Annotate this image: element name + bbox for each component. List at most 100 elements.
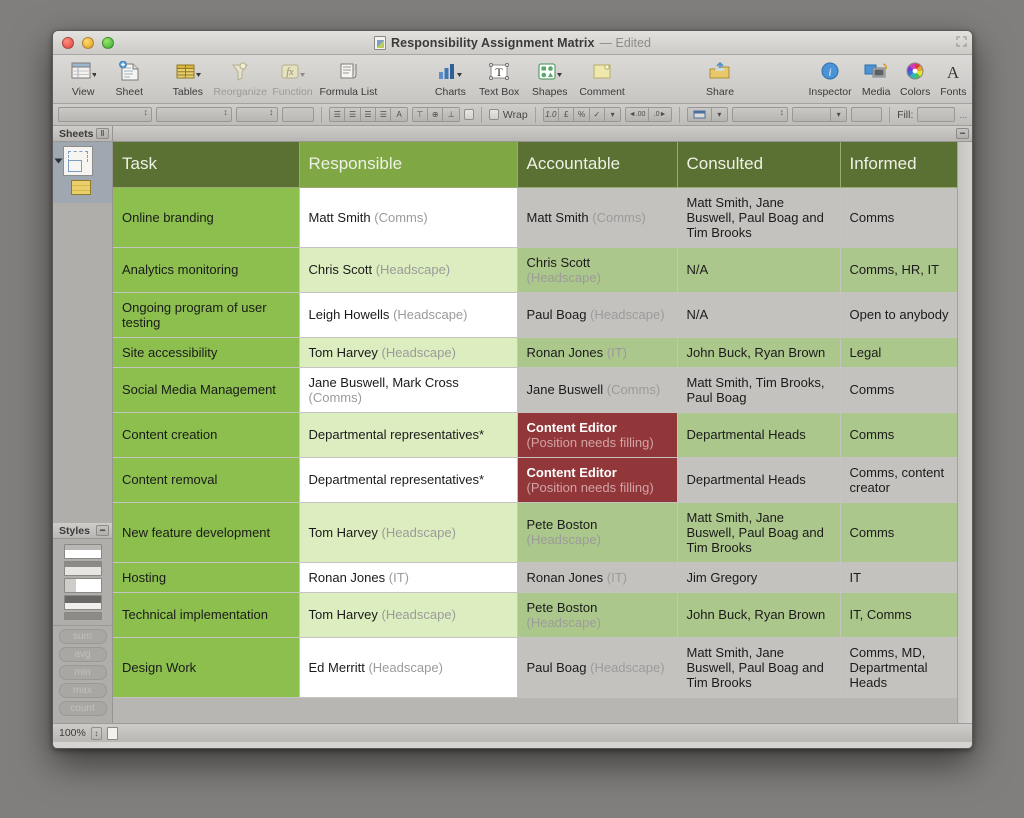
align-center-button[interactable]: ☰ xyxy=(345,108,361,121)
font-size-select[interactable] xyxy=(235,107,278,122)
toolbar-button-fonts[interactable]: A Fonts xyxy=(935,58,972,98)
cell-informed[interactable]: Open to anybody xyxy=(840,292,972,338)
toolbar-button-inspector[interactable]: i Inspector xyxy=(803,58,856,98)
font-style-select[interactable] xyxy=(155,107,232,122)
table-style-option[interactable] xyxy=(63,544,102,559)
styles-panel-header[interactable]: Styles ━ xyxy=(53,523,112,539)
cell-task[interactable]: Ongoing program of user testing xyxy=(113,292,300,338)
resize-handle-icon[interactable] xyxy=(956,36,967,47)
cell-consulted[interactable]: Matt Smith, Jane Buswell, Paul Boag and … xyxy=(677,637,841,698)
page-view-icon[interactable] xyxy=(106,726,118,740)
toolbar-button-text-box[interactable]: T Text Box xyxy=(473,58,524,98)
sheet-item[interactable] xyxy=(53,146,112,176)
align-left-button[interactable]: ☰ xyxy=(330,108,346,121)
cell-consulted[interactable]: Departmental Heads xyxy=(677,412,841,458)
minimize-button[interactable] xyxy=(82,36,94,49)
cell-task[interactable]: Content creation xyxy=(113,412,300,458)
align-right-button[interactable]: ☰ xyxy=(360,108,377,121)
zoom-stepper[interactable]: ↕ xyxy=(90,726,102,740)
cell-consulted[interactable]: Matt Smith, Jane Buswell, Paul Boag and … xyxy=(677,502,841,563)
table-style-option[interactable] xyxy=(63,561,102,576)
cell-informed[interactable]: Legal xyxy=(840,337,972,368)
cell-accountable[interactable]: Ronan Jones (IT) xyxy=(517,337,678,368)
toolbar-button-colors[interactable]: Colors xyxy=(896,58,935,98)
cell-responsible[interactable]: Ronan Jones (IT) xyxy=(299,562,518,593)
cell-informed[interactable]: Comms xyxy=(840,367,972,413)
cell-responsible[interactable]: Ed Merritt (Headscape) xyxy=(299,637,518,698)
cell-task[interactable]: Technical implementation xyxy=(113,592,300,638)
cell-responsible[interactable]: Matt Smith (Comms) xyxy=(299,187,518,248)
disclosure-triangle-icon[interactable] xyxy=(54,158,63,164)
align-text-button[interactable]: A xyxy=(391,108,407,121)
function-button-sum[interactable]: sum xyxy=(58,629,107,644)
column-header-task[interactable]: Task xyxy=(113,142,300,188)
cell-task[interactable]: Content removal xyxy=(113,457,300,503)
column-header-accountable[interactable]: Accountable xyxy=(517,142,678,188)
table-icon[interactable] xyxy=(71,180,91,195)
cell-task[interactable]: Hosting xyxy=(113,562,300,593)
function-button-min[interactable]: min xyxy=(58,665,107,680)
number-format-menu-button[interactable]: ▾ xyxy=(605,108,621,121)
format-bar-overflow[interactable]: ... xyxy=(959,110,967,120)
cell-consulted[interactable]: John Buck, Ryan Brown xyxy=(677,592,841,638)
cell-responsible[interactable]: Jane Buswell, Mark Cross (Comms) xyxy=(299,367,518,413)
align-justify-button[interactable]: ☰ xyxy=(376,108,392,121)
checkbox-format-button[interactable]: ✓ xyxy=(589,108,606,121)
cell-consulted[interactable]: N/A xyxy=(677,247,841,293)
table-style-option[interactable] xyxy=(63,578,102,593)
border-style-menu-button[interactable]: ▾ xyxy=(711,108,728,121)
close-button[interactable] xyxy=(62,36,74,49)
cell-informed[interactable]: IT, Comms xyxy=(840,592,972,638)
cell-consulted[interactable]: Jim Gregory xyxy=(677,562,841,593)
toolbar-button-shapes[interactable]: Shapes xyxy=(525,58,575,98)
cell-responsible[interactable]: Tom Harvey (Headscape) xyxy=(299,592,518,638)
cell-accountable[interactable]: Ronan Jones (IT) xyxy=(517,562,678,593)
cell-accountable[interactable]: Paul Boag (Headscape) xyxy=(517,637,678,698)
valign-middle-button[interactable]: ⊕ xyxy=(428,108,444,121)
cell-task[interactable]: Social Media Management xyxy=(113,367,300,413)
toolbar-button-function[interactable]: fx Function xyxy=(269,58,315,98)
valign-top-button[interactable]: ⊤ xyxy=(412,108,429,121)
cell-consulted[interactable]: N/A xyxy=(677,292,841,338)
decimal-format-button[interactable]: 1.0 xyxy=(543,108,559,121)
zoom-button[interactable] xyxy=(102,36,114,49)
valign-bottom-button[interactable]: ⊥ xyxy=(443,108,459,121)
column-header-informed[interactable]: Informed xyxy=(840,142,972,188)
currency-format-button[interactable]: £ xyxy=(559,108,575,121)
cell-task[interactable]: Analytics monitoring xyxy=(113,247,300,293)
canvas-resize-grip[interactable]: ━ xyxy=(956,128,969,139)
cell-task[interactable]: Site accessibility xyxy=(113,337,300,368)
cell-informed[interactable]: Comms, HR, IT xyxy=(840,247,972,293)
border-style-button[interactable] xyxy=(688,108,712,121)
table-style-option[interactable] xyxy=(63,595,102,610)
toolbar-button-comment[interactable]: Comment xyxy=(575,58,630,98)
cell-accountable[interactable]: Chris Scott (Headscape) xyxy=(517,247,678,293)
cell-responsible[interactable]: Departmental representatives* xyxy=(299,412,518,458)
cell-informed[interactable]: Comms, content creator xyxy=(840,457,972,503)
cell-accountable[interactable]: Paul Boag (Headscape) xyxy=(517,292,678,338)
styles-panel-resize-grip[interactable]: ━ xyxy=(96,525,109,536)
cell-accountable[interactable]: Content Editor (Position needs filling) xyxy=(517,412,678,458)
toolbar-button-reorganize[interactable]: Reorganize xyxy=(211,58,270,98)
cell-task[interactable]: Online branding xyxy=(113,187,300,248)
cell-consulted[interactable]: Matt Smith, Tim Brooks, Paul Boag xyxy=(677,367,841,413)
cell-informed[interactable]: Comms xyxy=(840,187,972,248)
sheets-panel-resize-grip[interactable]: ‖ xyxy=(96,128,109,139)
text-color-swatch[interactable] xyxy=(281,107,315,122)
zoom-level-value[interactable]: 100% xyxy=(59,727,86,739)
toolbar-button-formula-list[interactable]: Formula List xyxy=(316,58,382,98)
cell-accountable[interactable]: Matt Smith (Comms) xyxy=(517,187,678,248)
cell-consulted[interactable]: Departmental Heads xyxy=(677,457,841,503)
cell-accountable[interactable]: Jane Buswell (Comms) xyxy=(517,367,678,413)
function-button-max[interactable]: max xyxy=(58,683,107,698)
font-family-select[interactable] xyxy=(58,107,152,122)
wrap-checkbox-left[interactable] xyxy=(463,109,474,120)
toolbar-button-sheet[interactable]: Sheet xyxy=(106,58,152,98)
vertical-scrollbar[interactable] xyxy=(957,142,972,723)
border-color-swatch[interactable] xyxy=(851,107,883,122)
cell-informed[interactable]: Comms, MD, Departmental Heads xyxy=(840,637,972,698)
fill-color-swatch[interactable] xyxy=(917,107,956,122)
wrap-checkbox[interactable] xyxy=(488,109,499,120)
border-width-button[interactable] xyxy=(793,108,832,121)
cell-responsible[interactable]: Tom Harvey (Headscape) xyxy=(299,337,518,368)
